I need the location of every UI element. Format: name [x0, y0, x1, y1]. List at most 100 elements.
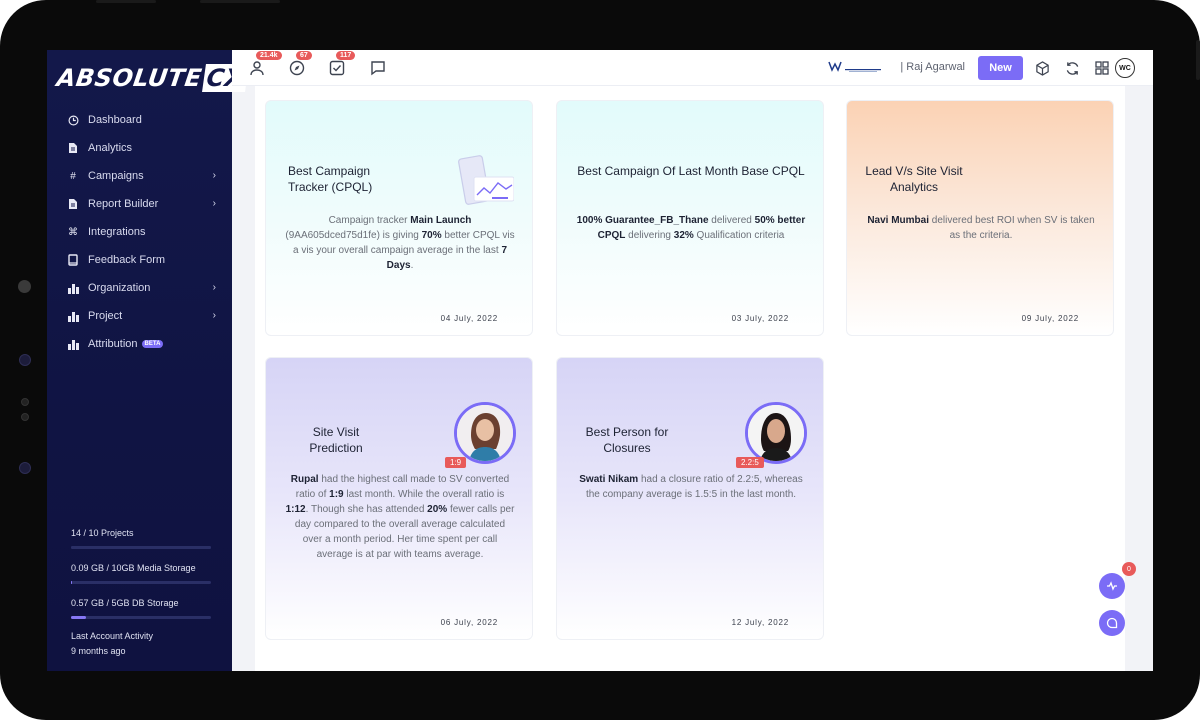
tablet-frame: ABSOLUTECX Dashboard Analytics # Campaig… — [0, 0, 1200, 720]
sidebar-item-label: Feedback Form — [88, 254, 166, 266]
last-activity-value: 9 months ago — [71, 646, 126, 656]
db-storage-fill — [71, 616, 87, 619]
sidebar-item-label: Project — [88, 310, 123, 322]
command-icon: ⌘ — [68, 226, 78, 238]
media-storage-label: 0.09 GB / 10GB Media Storage — [71, 563, 196, 573]
activity-fab[interactable] — [1099, 573, 1125, 599]
apps-grid-icon[interactable] — [1093, 59, 1111, 77]
cube-icon[interactable] — [1033, 59, 1051, 77]
sidebar-item-attribution[interactable]: Attribution BETA — [47, 330, 232, 358]
tasks-icon[interactable]: 117 — [328, 51, 356, 77]
sidebar-item-label: Organization — [88, 282, 151, 294]
sidebar-item-organization[interactable]: Organization › — [47, 274, 232, 302]
insight-card[interactable]: Best Campaign Of Last Month Base CPQL 10… — [556, 100, 824, 336]
media-storage-bar — [71, 581, 211, 584]
book-icon — [67, 254, 79, 266]
card-date: 09 July, 2022 — [1021, 314, 1079, 323]
sidebar-item-campaigns[interactable]: # Campaigns › — [47, 162, 232, 190]
sidebar-item-report-builder[interactable]: Report Builder › — [47, 190, 232, 218]
body-text: . Though she has attended — [305, 504, 428, 515]
insight-card[interactable]: 1:9 Site Visit Prediction Rupal had the … — [265, 357, 533, 640]
body-emphasis: Swati Nikam — [579, 474, 639, 485]
card-title: Site Visit Prediction — [309, 425, 363, 455]
document-icon — [67, 198, 79, 210]
refresh-icon[interactable] — [1063, 59, 1081, 77]
card-title: Best Campaign Tracker (CPQL) — [288, 164, 373, 194]
bar-chart-icon — [67, 310, 79, 322]
ratio-badge: 2.2:5 — [736, 457, 764, 468]
body-emphasis: 1:12 — [285, 504, 306, 515]
clock-icon — [67, 114, 79, 126]
ratio-badge: 1:9 — [445, 457, 467, 468]
phone-chart-illustration — [458, 155, 514, 205]
sidebar-item-feedback-form[interactable]: Feedback Form — [47, 246, 232, 274]
sidebar-item-dashboard[interactable]: Dashboard — [47, 106, 232, 134]
body-text: delivering — [625, 230, 674, 241]
camera-dot — [18, 280, 31, 293]
body-emphasis: 70% — [421, 230, 442, 241]
tablet-button — [1196, 40, 1200, 80]
usage-panel: 14 / 10 Projects 0.09 GB / 10GB Media St… — [71, 528, 211, 656]
body-text: delivered best ROI when SV is taken as t… — [929, 215, 1095, 241]
projects-usage-fill — [71, 546, 211, 549]
sidebar: ABSOLUTECX Dashboard Analytics # Campaig… — [47, 50, 249, 671]
chat-fab[interactable] — [1099, 610, 1125, 636]
body-text: delivered — [708, 215, 755, 226]
chat-icon[interactable] — [369, 59, 387, 77]
sidebar-item-project[interactable]: Project › — [47, 302, 232, 330]
pulse-icon — [1107, 581, 1117, 591]
sidebar-item-analytics[interactable]: Analytics — [47, 134, 232, 162]
users-icon[interactable]: 21.4k — [248, 51, 282, 77]
card-title: Best Campaign Of Last Month Base CPQL — [577, 164, 805, 178]
bar-chart-icon — [67, 338, 79, 350]
body-emphasis: Main Launch — [410, 215, 472, 226]
card-date: 06 July, 2022 — [440, 618, 498, 627]
sensor-dot — [19, 354, 31, 366]
card-title: Lead V/s Site Visit Analytics — [865, 164, 963, 194]
beta-badge: BETA — [141, 340, 164, 348]
sidebar-item-label: Dashboard — [88, 114, 142, 126]
insight-card[interactable]: Best Campaign Tracker (CPQL) Campaign tr… — [265, 100, 533, 336]
sidebar-item-integrations[interactable]: ⌘ Integrations — [47, 218, 232, 246]
user-name[interactable]: | Raj Agarwal — [900, 61, 965, 73]
card-date: 12 July, 2022 — [731, 618, 789, 627]
db-storage-bar — [71, 616, 211, 619]
body-emphasis: 20% — [427, 504, 448, 515]
notification-count-badge: 0 — [1122, 562, 1136, 576]
body-emphasis: 1:9 — [329, 489, 344, 500]
sensor-dot — [21, 413, 29, 421]
chevron-right-icon: › — [212, 198, 216, 209]
compass-icon[interactable]: 67 — [288, 51, 312, 77]
screen: ABSOLUTECX Dashboard Analytics # Campaig… — [47, 50, 1153, 671]
users-count-badge: 21.4k — [256, 51, 282, 60]
body-text: (9AA605dced75d1fe) is giving — [285, 230, 422, 241]
card-body: 100% Guarantee_FB_Thane delivered 50% be… — [575, 213, 807, 243]
bar-chart-icon — [67, 282, 79, 294]
insight-card[interactable]: Lead V/s Site Visit Analytics Navi Mumba… — [846, 100, 1114, 336]
body-emphasis: Rupal — [290, 474, 319, 485]
body-emphasis: 100% Guarantee_FB_Thane — [576, 215, 709, 226]
db-storage-label: 0.57 GB / 5GB DB Storage — [71, 598, 179, 608]
sidebar-item-label: Analytics — [88, 142, 133, 154]
card-date: 04 July, 2022 — [440, 314, 498, 323]
body-text: last month. While the overall ratio is — [343, 489, 505, 500]
message-icon — [1106, 617, 1118, 629]
media-storage-fill — [71, 581, 73, 584]
chevron-right-icon: › — [212, 170, 216, 181]
card-body: Rupal had the highest call made to SV co… — [284, 472, 516, 562]
document-icon — [67, 142, 79, 154]
sidebar-item-label: Attribution — [88, 338, 138, 350]
insight-card[interactable]: 2.2:5 Best Person for Closures Swati Nik… — [556, 357, 824, 640]
chevron-right-icon: › — [212, 310, 216, 321]
card-body: Navi Mumbai delivered best ROI when SV i… — [865, 213, 1097, 243]
hash-icon: # — [70, 170, 76, 182]
card-body: Swati Nikam had a closure ratio of 2.2:5… — [575, 472, 807, 502]
projects-usage-label: 14 / 10 Projects — [71, 528, 134, 538]
account-avatar[interactable]: WC — [1115, 58, 1135, 78]
new-button[interactable]: New — [978, 56, 1023, 80]
body-text: . — [410, 260, 414, 271]
compass-count-badge: 67 — [296, 51, 312, 60]
tablet-button — [96, 0, 156, 3]
body-text: Qualification criteria — [693, 230, 785, 241]
app-logo[interactable]: ABSOLUTECX — [55, 64, 249, 92]
